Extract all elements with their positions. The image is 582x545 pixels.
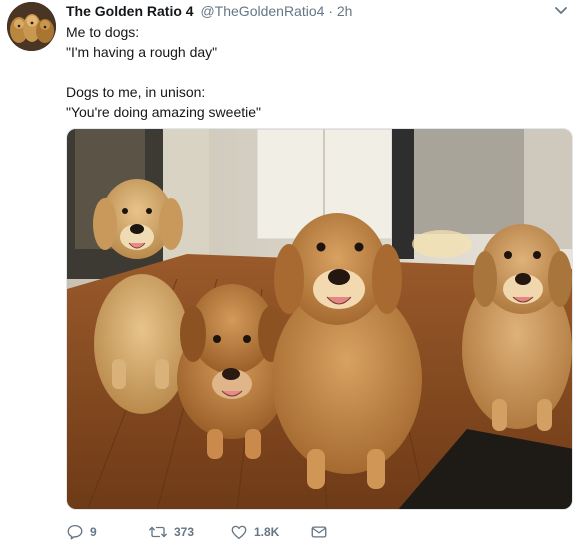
tweet-text: Me to dogs: "I'm having a rough day" Dog… — [66, 22, 566, 122]
retweet-icon — [149, 526, 167, 538]
dogs-photo — [67, 129, 572, 509]
retweet-count: 373 — [174, 525, 195, 539]
separator-dot: · — [328, 3, 333, 19]
avatar-image — [7, 2, 56, 51]
like-count: 1.8K — [254, 525, 280, 539]
heart-icon — [231, 525, 247, 540]
retweet-button[interactable]: 373 — [148, 522, 194, 542]
direct-message-button[interactable] — [310, 522, 328, 542]
handle[interactable]: @TheGoldenRatio4 — [200, 3, 324, 19]
timestamp[interactable]: 2h — [337, 3, 353, 19]
like-button[interactable]: 1.8K — [230, 522, 279, 542]
envelope-icon — [311, 526, 327, 538]
reply-icon — [67, 524, 83, 540]
tweet-actions: 9 373 1.8K — [66, 522, 546, 542]
tweet-photo[interactable] — [66, 128, 573, 510]
tweet-line: Dogs to me, in unison: — [66, 84, 206, 100]
reply-count: 9 — [90, 525, 97, 539]
reply-button[interactable]: 9 — [66, 522, 97, 542]
tweet-header: The Golden Ratio 4 @TheGoldenRatio4 · 2h — [66, 2, 552, 20]
tweet-line: "You're doing amazing sweetie" — [66, 104, 261, 120]
tweet-line: Me to dogs: — [66, 24, 140, 40]
tweet-line: "I'm having a rough day" — [66, 44, 218, 60]
tweet: The Golden Ratio 4 @TheGoldenRatio4 · 2h… — [0, 0, 582, 545]
tweet-line-break — [66, 62, 566, 82]
avatar[interactable] — [7, 2, 56, 51]
display-name[interactable]: The Golden Ratio 4 — [66, 3, 194, 19]
chevron-down-icon[interactable] — [554, 4, 568, 16]
